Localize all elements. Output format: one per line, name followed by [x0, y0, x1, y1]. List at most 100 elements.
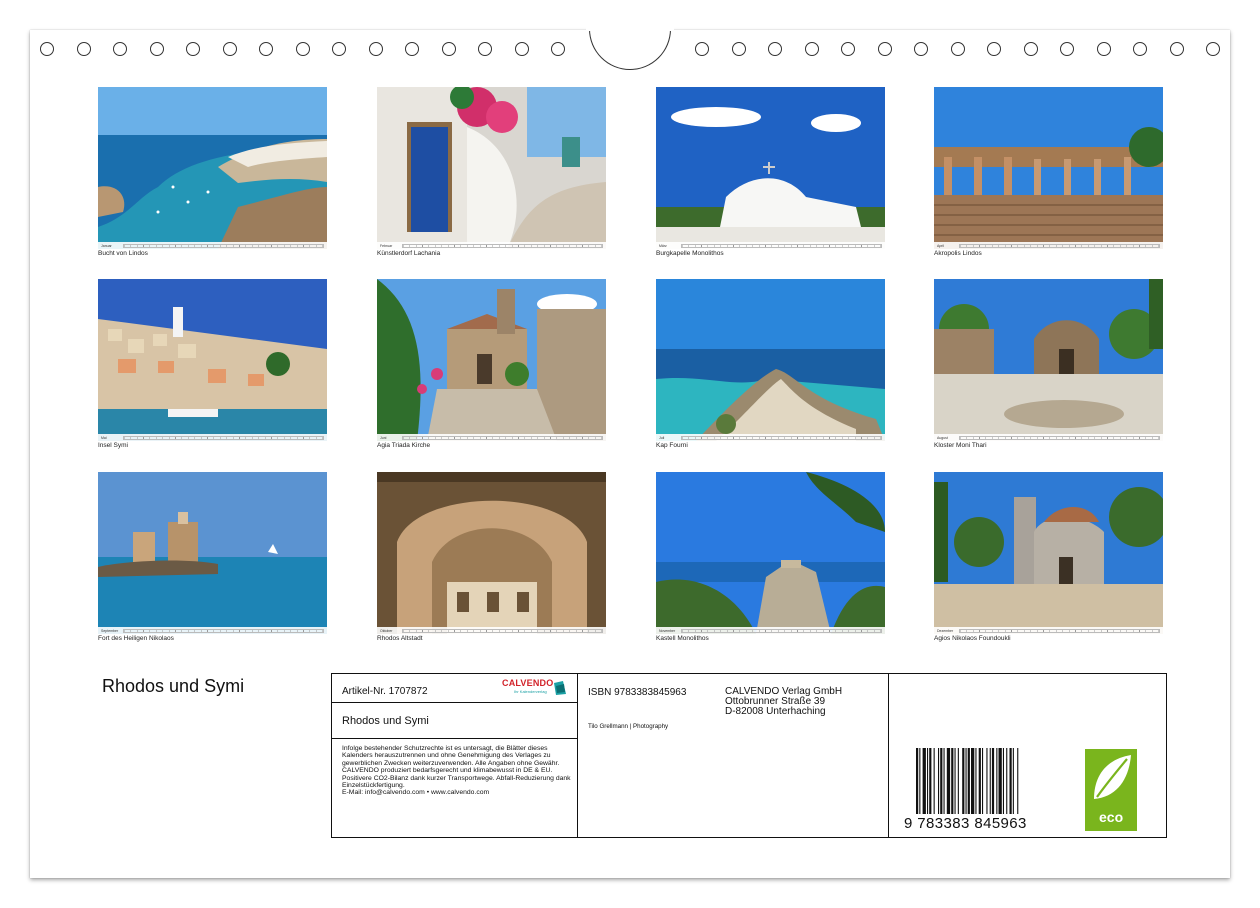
- month-label: März: [659, 243, 667, 248]
- binding-hole: [405, 42, 419, 56]
- publisher-box: ISBN 9783383845963 CALVENDO Verlag GmbH …: [577, 673, 889, 838]
- photo-caption: Kloster Moni Thari: [934, 442, 987, 449]
- binding-hole: [40, 42, 54, 56]
- month-label: August: [937, 435, 948, 440]
- photo-caption: Agia Triada Kirche: [377, 442, 431, 449]
- photo-caption: Fort des Heiligen Nikolaos: [98, 635, 174, 642]
- binding-hole: [295, 42, 310, 56]
- calendar-strip: März: [656, 242, 885, 249]
- calendar-title: Rhodos und Symi: [102, 676, 245, 696]
- monastery-photo: August: [934, 279, 1163, 441]
- church-photo: Juni: [377, 279, 606, 441]
- legal-box: Infolge bestehender Schutzrechte ist es …: [331, 738, 578, 838]
- binding-hole: [332, 42, 346, 56]
- castle-cliff-photo: November: [656, 472, 885, 634]
- calendar-strip: Oktober: [377, 627, 606, 634]
- legal-text: Infolge bestehender Schutzrechte ist es …: [342, 745, 571, 797]
- month-label: Januar: [101, 243, 112, 248]
- barcode-digits: 9 783383 845963: [904, 815, 1027, 832]
- binding-hole: [1096, 42, 1111, 56]
- byzantine-church-photo: Dezember: [934, 472, 1163, 634]
- calendar-strip: August: [934, 434, 1163, 441]
- article-number: Artikel-Nr. 1707872: [342, 686, 428, 697]
- binding-hole: [950, 42, 965, 56]
- fort-photo: September: [98, 472, 327, 634]
- photo-caption: Burgkapelle Monolithos: [656, 250, 724, 257]
- calendar-strip: Mai: [98, 434, 327, 441]
- month-label: Oktober: [380, 628, 393, 633]
- binding-hole: [259, 42, 273, 56]
- month-label: September: [101, 628, 119, 633]
- calendar-strip: September: [98, 627, 327, 634]
- month-label: Februar: [380, 243, 393, 248]
- binding-hole: [731, 42, 746, 56]
- binding-hole: [478, 42, 492, 56]
- photo-caption: Akropolis Lindos: [934, 250, 982, 257]
- binding-hole: [804, 42, 819, 56]
- month-label: Mai: [101, 435, 107, 440]
- photo-caption: Insel Symi: [98, 442, 128, 449]
- calendar-strip: Januar: [98, 242, 327, 249]
- calendar-strip: Juli: [656, 434, 885, 441]
- article-box: Artikel-Nr. 1707872 CALVENDO Ihr Kalende…: [331, 673, 578, 703]
- binding-hole: [877, 42, 892, 56]
- binding-hole: [149, 42, 164, 56]
- binding-hole: [768, 42, 782, 56]
- eco-badge: eco: [1085, 749, 1137, 831]
- cape-photo: Juli: [656, 279, 885, 441]
- calvendo-mark-icon: [554, 681, 566, 695]
- calendar-strip: April: [934, 242, 1163, 249]
- binding-hole: [1169, 42, 1184, 56]
- binding-hole: [514, 42, 529, 56]
- month-label: Juni: [380, 435, 387, 440]
- photo-caption: Bucht von Lindos: [98, 250, 148, 257]
- day-cells: [959, 628, 1160, 633]
- month-label: April: [937, 243, 945, 248]
- binding-hole: [1023, 42, 1038, 56]
- isbn: ISBN 9783383845963: [588, 687, 687, 698]
- day-cells: [681, 628, 882, 633]
- binding-hole: [1060, 42, 1074, 56]
- binding-hole: [695, 42, 709, 56]
- binding-hole: [113, 42, 127, 56]
- binding-hole: [368, 42, 383, 56]
- calvendo-logo: CALVENDO Ihr Kalenderverlag: [500, 678, 570, 700]
- month-label: November: [659, 628, 676, 633]
- leaf-icon: [1094, 755, 1131, 799]
- photo-caption: Kap Fourni: [656, 442, 688, 449]
- month-label: Dezember: [937, 628, 954, 633]
- acropolis-photo: April: [934, 87, 1163, 249]
- binding-hole: [841, 42, 855, 56]
- day-cells: [959, 243, 1160, 248]
- month-label: Juli: [659, 435, 665, 440]
- binding-hole: [551, 42, 565, 56]
- harbour-town-photo: Mai: [98, 279, 327, 441]
- day-cells: [681, 243, 882, 248]
- village-door-photo: Februar: [377, 87, 606, 249]
- day-cells: [123, 243, 324, 248]
- binding-hole: [222, 42, 237, 56]
- binding-hole: [914, 42, 928, 56]
- binding-hole: [186, 42, 200, 56]
- binding-hole: [1206, 42, 1220, 56]
- info-title: Rhodos und Symi: [342, 715, 429, 727]
- calendar-strip: November: [656, 627, 885, 634]
- arcade-photo: Oktober: [377, 472, 606, 634]
- day-cells: [681, 435, 882, 440]
- binding-hole: [1133, 42, 1147, 56]
- barcode-box: 9 783383 845963 eco: [888, 673, 1167, 838]
- calendar-strip: Juni: [377, 434, 606, 441]
- day-cells: [402, 628, 603, 633]
- title-box: Rhodos und Symi: [331, 702, 578, 739]
- calendar-strip: Dezember: [934, 627, 1163, 634]
- photo-caption: Kastell Monolithos: [656, 635, 709, 642]
- day-cells: [402, 243, 603, 248]
- binding-hole: [76, 42, 91, 56]
- day-cells: [402, 435, 603, 440]
- calendar-strip: Februar: [377, 242, 606, 249]
- day-cells: [123, 435, 324, 440]
- publisher-city: D-82008 Unterhaching: [725, 706, 826, 717]
- binding-hole: [987, 42, 1001, 56]
- chapel-photo: März: [656, 87, 885, 249]
- photo-caption: Agios Nikolaos Foundoukli: [934, 635, 1011, 642]
